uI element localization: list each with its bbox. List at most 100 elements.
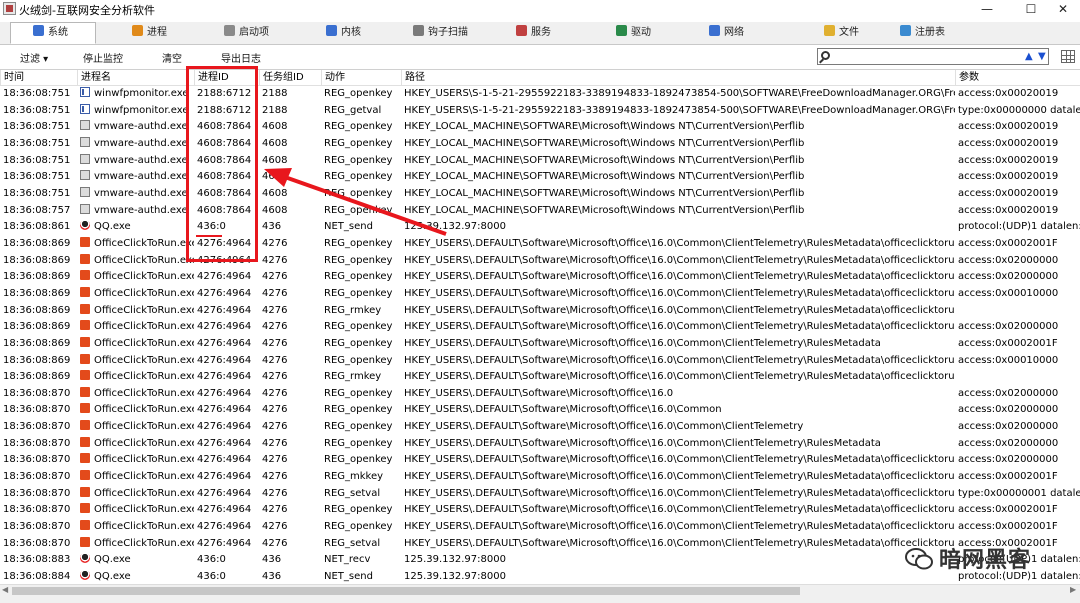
- cell-action: REG_openkey: [324, 137, 393, 149]
- column-settings-icon[interactable]: [1061, 50, 1075, 63]
- cell-proc: OfficeClickToRun.exe: [77, 486, 194, 503]
- search-input[interactable]: ▲ ▼: [817, 48, 1049, 65]
- table-row[interactable]: 18:36:08:869 OfficeClickToRun.exe 4276:496…: [0, 303, 1080, 320]
- column-header[interactable]: 任务组ID: [259, 70, 321, 85]
- tab-1[interactable]: 进程: [116, 23, 202, 43]
- column-header[interactable]: 动作: [321, 70, 401, 85]
- cell-action: REG_openkey: [324, 88, 393, 99]
- cell-tgid: 4608: [262, 187, 288, 199]
- cell-tgid: 4276: [262, 421, 288, 433]
- cell-action: REG_openkey: [324, 437, 393, 449]
- event-table: 18:36:08:751 winwfpmonitor.exe 2188:6712 21…: [0, 86, 1080, 584]
- tab-label: 注册表: [915, 27, 945, 38]
- pid-column-highlight-box: [186, 66, 258, 262]
- tab-0[interactable]: 系统: [10, 22, 96, 44]
- cell-pid: 4276:4964: [197, 471, 252, 483]
- filter-button[interactable]: 过滤 ▾: [20, 50, 48, 65]
- cell-param: access:0x00020019: [958, 171, 1059, 183]
- table-row[interactable]: 18:36:08:870 OfficeClickToRun.exe 4276:496…: [0, 436, 1080, 453]
- process-name: OfficeClickToRun.exe: [94, 371, 194, 383]
- column-header[interactable]: 路径: [401, 70, 955, 85]
- cell-time: 18:36:08:869: [3, 304, 71, 316]
- cell-time: 18:36:08:869: [3, 337, 71, 349]
- table-row[interactable]: 18:36:08:869 OfficeClickToRun.exe 4276:496…: [0, 336, 1080, 353]
- table-row[interactable]: 18:36:08:870 OfficeClickToRun.exe 4276:496…: [0, 486, 1080, 503]
- table-row[interactable]: 18:36:08:869 OfficeClickToRun.exe 4276:496…: [0, 236, 1080, 253]
- cell-param: access:0x00020019: [958, 121, 1059, 133]
- tab-icon: [132, 25, 143, 36]
- scroll-left-icon[interactable]: ◀: [2, 585, 8, 594]
- scroll-right-icon[interactable]: ▶: [1070, 585, 1076, 594]
- search-up-icon[interactable]: ▲: [1025, 51, 1033, 62]
- watermark: 暗网黑客: [905, 542, 1031, 576]
- tab-icon: [224, 25, 235, 36]
- scrollbar-thumb[interactable]: [12, 587, 800, 595]
- tab-5[interactable]: 服务: [500, 23, 586, 43]
- cell-param: access:0x02000000: [958, 321, 1059, 333]
- cell-pid: 4276:4964: [197, 304, 252, 316]
- clear-button[interactable]: 清空: [162, 50, 182, 65]
- cell-action: REG_openkey: [324, 187, 393, 199]
- cell-pid: 436:0: [197, 571, 226, 583]
- cell-action: REG_mkkey: [324, 471, 384, 483]
- tab-9[interactable]: 注册表: [884, 23, 980, 43]
- table-row[interactable]: 18:36:08:870 OfficeClickToRun.exe 4276:496…: [0, 452, 1080, 469]
- table-row[interactable]: 18:36:08:870 OfficeClickToRun.exe 4276:496…: [0, 419, 1080, 436]
- table-row[interactable]: 18:36:08:870 OfficeClickToRun.exe 4276:496…: [0, 502, 1080, 519]
- tab-3[interactable]: 内核: [310, 23, 396, 43]
- table-row[interactable]: 18:36:08:870 OfficeClickToRun.exe 4276:496…: [0, 386, 1080, 403]
- cell-pid: 4276:4964: [197, 404, 252, 416]
- table-row[interactable]: 18:36:08:751 vmware-authd.exe 4608:7864 460…: [0, 169, 1080, 186]
- table-row[interactable]: 18:36:08:751 vmware-authd.exe 4608:7864 460…: [0, 186, 1080, 203]
- cell-param: access:0x02000000: [958, 454, 1059, 466]
- cell-proc: OfficeClickToRun.exe: [77, 253, 194, 270]
- process-office-icon: [80, 536, 90, 547]
- table-row[interactable]: 18:36:08:751 winwfpmonitor.exe 2188:6712 21…: [0, 86, 1080, 103]
- column-header[interactable]: 进程名: [77, 70, 194, 85]
- process-name: OfficeClickToRun.exe: [94, 287, 194, 299]
- cell-tgid: 436: [262, 554, 282, 566]
- cell-time: 18:36:08:870: [3, 504, 71, 516]
- tab-7[interactable]: 网络: [693, 23, 779, 43]
- table-row[interactable]: 18:36:08:751 vmware-authd.exe 4608:7864 460…: [0, 153, 1080, 170]
- cell-time: 18:36:08:869: [3, 287, 71, 299]
- table-row[interactable]: 18:36:08:751 vmware-authd.exe 4608:7864 460…: [0, 136, 1080, 153]
- cell-time: 18:36:08:869: [3, 321, 71, 333]
- table-row[interactable]: 18:36:08:869 OfficeClickToRun.exe 4276:496…: [0, 286, 1080, 303]
- cell-proc: QQ.exe: [77, 569, 194, 584]
- process-name: OfficeClickToRun.exe: [94, 321, 194, 333]
- cell-path: HKEY_USERS\.DEFAULT\Software\Microsoft\O…: [404, 304, 955, 316]
- table-row[interactable]: 18:36:08:870 OfficeClickToRun.exe 4276:496…: [0, 402, 1080, 419]
- minimize-button[interactable]: —: [964, 0, 1010, 18]
- table-row[interactable]: 18:36:08:861 QQ.exe 436:0 436 NET_send 125.39…: [0, 219, 1080, 236]
- table-row[interactable]: 18:36:08:870 OfficeClickToRun.exe 4276:496…: [0, 469, 1080, 486]
- table-row[interactable]: 18:36:08:869 OfficeClickToRun.exe 4276:496…: [0, 353, 1080, 370]
- tab-2[interactable]: 启动项: [208, 23, 304, 43]
- table-row[interactable]: 18:36:08:870 OfficeClickToRun.exe 4276:496…: [0, 519, 1080, 536]
- table-row[interactable]: 18:36:08:869 OfficeClickToRun.exe 4276:496…: [0, 269, 1080, 286]
- table-row[interactable]: 18:36:08:751 vmware-authd.exe 4608:7864 460…: [0, 119, 1080, 136]
- stop-monitor-button[interactable]: 停止监控: [83, 50, 123, 65]
- app-logo-icon: [3, 2, 16, 15]
- table-row[interactable]: 18:36:08:869 OfficeClickToRun.exe 4276:496…: [0, 319, 1080, 336]
- horizontal-scrollbar[interactable]: ◀ ▶: [0, 584, 1080, 597]
- column-header[interactable]: 参数: [955, 70, 1080, 85]
- process-name: vmware-authd.exe: [94, 121, 188, 133]
- tab-8[interactable]: 文件: [808, 23, 884, 43]
- table-row[interactable]: 18:36:08:869 OfficeClickToRun.exe 4276:496…: [0, 253, 1080, 270]
- close-button[interactable]: ✕: [1040, 0, 1080, 18]
- cell-time: 18:36:08:751: [3, 187, 71, 199]
- cell-action: REG_openkey: [324, 254, 393, 266]
- table-row[interactable]: 18:36:08:869 OfficeClickToRun.exe 4276:496…: [0, 369, 1080, 386]
- table-row[interactable]: 18:36:08:751 winwfpmonitor.exe 2188:6712 21…: [0, 103, 1080, 120]
- tab-6[interactable]: 驱动: [600, 23, 686, 43]
- search-down-icon[interactable]: ▼: [1038, 51, 1046, 62]
- cell-time: 18:36:08:870: [3, 387, 71, 399]
- process-name: vmware-authd.exe: [94, 154, 188, 166]
- tab-icon: [516, 25, 527, 36]
- column-header[interactable]: 时间: [0, 70, 77, 85]
- table-row[interactable]: 18:36:08:757 vmware-authd.exe 4608:7864 460…: [0, 203, 1080, 220]
- export-log-button[interactable]: 导出日志: [221, 50, 261, 65]
- tab-4[interactable]: 钩子扫描: [397, 23, 503, 43]
- cell-path: HKEY_USERS\.DEFAULT\Software\Microsoft\O…: [404, 521, 955, 533]
